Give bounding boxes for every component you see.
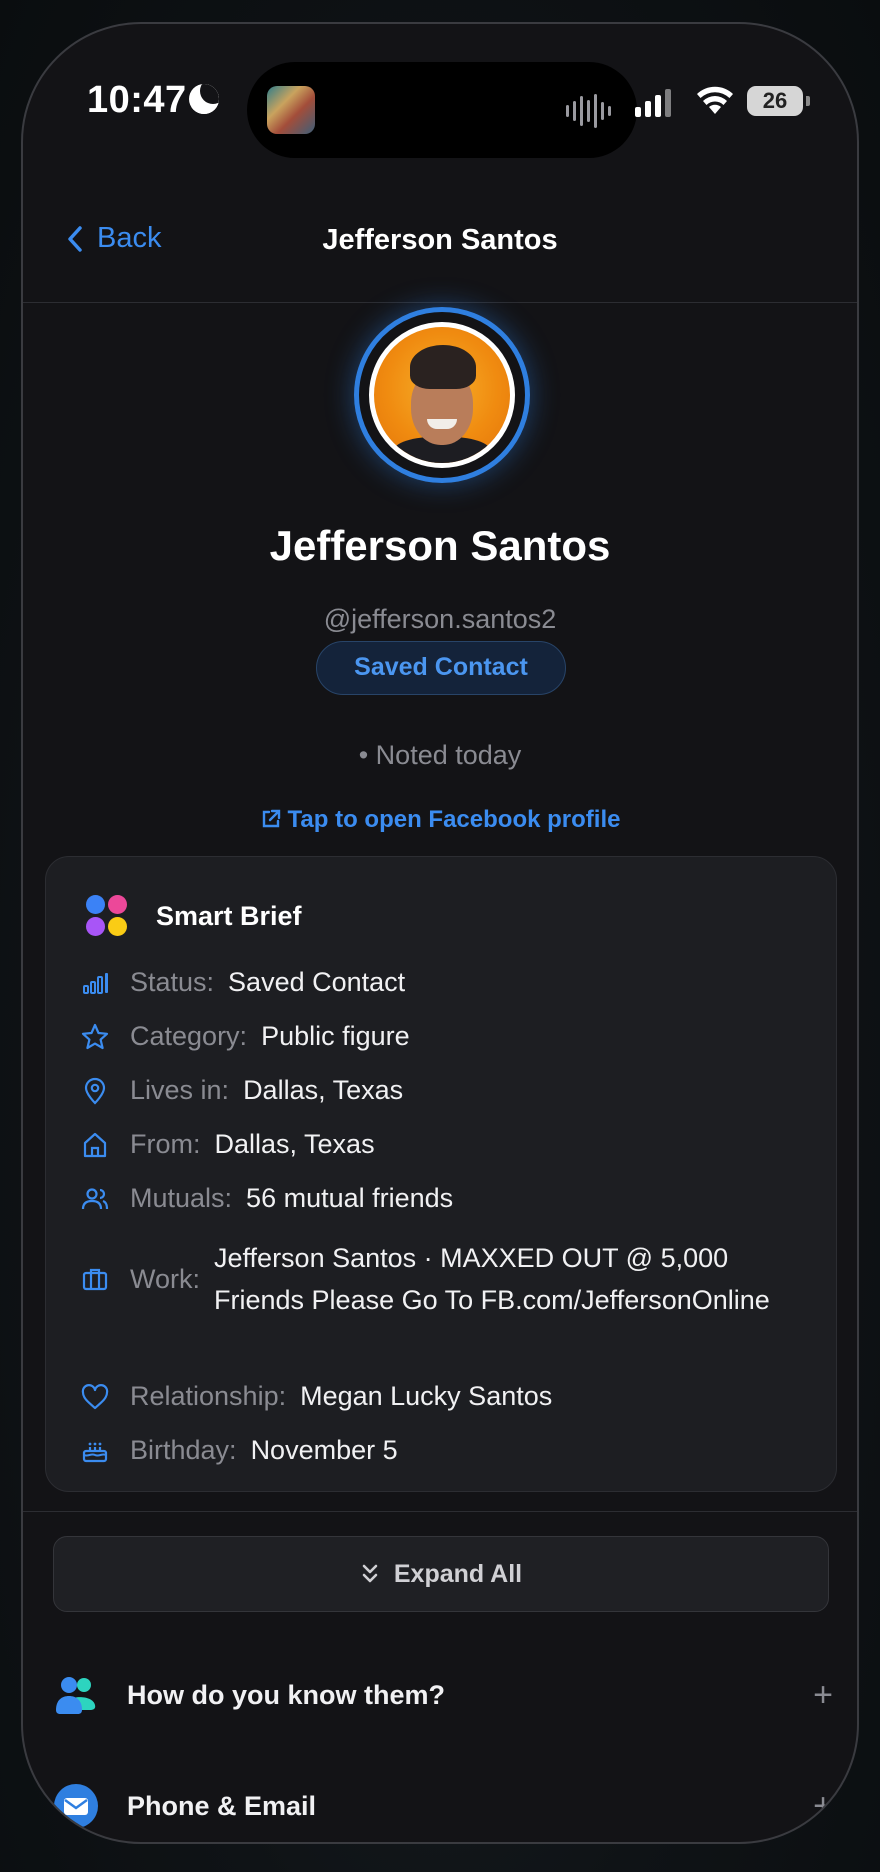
brief-row-lives-in: Lives in: Dallas, Texas [80, 1075, 403, 1106]
brief-row-category: Category: Public figure [80, 1021, 410, 1052]
plus-icon[interactable]: + [803, 1787, 843, 1826]
smart-brief-icon [86, 895, 128, 937]
brief-row-status: Status: Saved Contact [80, 967, 405, 998]
smart-brief-card: Smart Brief Status: Saved Contact Catego… [45, 856, 837, 1492]
mail-icon [53, 1783, 99, 1829]
briefcase-icon [80, 1264, 110, 1294]
status-badge: Saved Contact [316, 641, 566, 695]
status-bar: 10:47 26 [23, 24, 857, 174]
from-label: From: [130, 1129, 201, 1159]
signal-bars-icon [80, 968, 110, 998]
cellular-signal-icon [635, 87, 671, 117]
birthday-label: Birthday: [130, 1435, 237, 1465]
section-divider [23, 1511, 857, 1512]
birthday-value: November 5 [250, 1435, 398, 1465]
home-icon [80, 1130, 110, 1160]
chevrons-down-icon [362, 1564, 378, 1583]
relationship-label: Relationship: [130, 1381, 287, 1411]
category-value: Public figure [261, 1021, 410, 1051]
brief-row-mutuals: Mutuals: 56 mutual friends [80, 1183, 453, 1214]
phone-screen: 10:47 26 Back Jefferson Santos Jefferson… [21, 22, 859, 1844]
from-value: Dallas, Texas [214, 1129, 375, 1159]
status-value: Saved Contact [228, 967, 406, 997]
work-label: Work: [130, 1263, 201, 1294]
brief-row-work: Work: Jefferson Santos · MAXXED OUT @ 5,… [80, 1237, 774, 1321]
nav-title: Jefferson Santos [322, 224, 558, 256]
wifi-icon [697, 86, 733, 114]
avatar[interactable] [354, 307, 530, 483]
brief-row-relationship: Relationship: Megan Lucky Santos [80, 1381, 552, 1412]
section-how-know[interactable]: How do you know them? + [53, 1665, 843, 1725]
lives-in-label: Lives in: [130, 1075, 230, 1105]
now-playing-artwork [267, 86, 315, 134]
brief-row-birthday: Birthday: November 5 [80, 1435, 398, 1466]
section-how-know-title: How do you know them? [127, 1679, 445, 1710]
star-icon [80, 1022, 110, 1052]
section-phone-email[interactable]: Phone & Email + [53, 1776, 843, 1836]
mutuals-value: 56 mutual friends [246, 1183, 454, 1213]
noted-timestamp: • Noted today [358, 740, 522, 770]
avatar-photo [369, 322, 515, 468]
status-time: 10:47 [87, 79, 187, 121]
plus-icon[interactable]: + [803, 1676, 843, 1715]
battery-indicator: 26 [747, 86, 810, 116]
expand-all-label: Expand All [393, 1559, 523, 1588]
cake-icon [80, 1436, 110, 1466]
section-phone-email-title: Phone & Email [127, 1790, 317, 1821]
facebook-profile-link[interactable]: Tap to open Facebook profile [23, 806, 857, 834]
heart-icon [80, 1382, 110, 1412]
external-link-icon [262, 809, 280, 828]
people-icon [53, 1672, 99, 1718]
dynamic-island[interactable] [247, 62, 637, 158]
audio-waveform-icon [566, 94, 611, 128]
category-label: Category: [130, 1021, 248, 1051]
profile-name: Jefferson Santos [269, 522, 611, 569]
relationship-value: Megan Lucky Santos [300, 1381, 553, 1411]
smart-brief-title: Smart Brief [156, 901, 302, 931]
brief-row-from: From: Dallas, Texas [80, 1129, 375, 1160]
facebook-link-label: Tap to open Facebook profile [287, 806, 621, 833]
location-pin-icon [80, 1076, 110, 1106]
moon-icon [189, 84, 219, 114]
users-icon [80, 1184, 110, 1214]
profile-handle: @jefferson.santos2 [323, 604, 557, 634]
status-label: Status: [130, 967, 215, 997]
expand-all-button[interactable]: Expand All [53, 1536, 829, 1612]
mutuals-label: Mutuals: [130, 1183, 233, 1213]
lives-in-value: Dallas, Texas [243, 1075, 404, 1105]
navigation-bar: Back Jefferson Santos [23, 184, 857, 303]
work-value: Jefferson Santos · MAXXED OUT @ 5,000 Fr… [214, 1243, 770, 1315]
